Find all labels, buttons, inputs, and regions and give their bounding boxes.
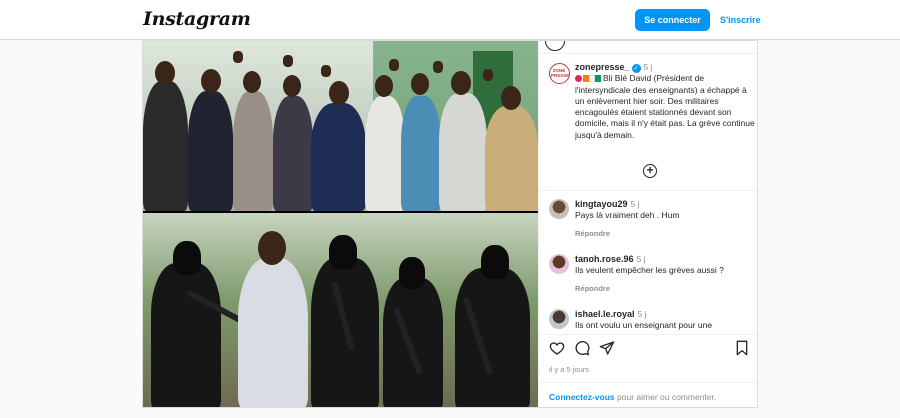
post-date[interactable]: il y a 5 jours	[549, 365, 589, 374]
login-prompt: Connectez-vous pour aimer ou commenter.	[549, 392, 716, 402]
post-time[interactable]: 5 j	[644, 62, 653, 72]
comment-avatar[interactable]	[549, 199, 569, 219]
soldiers-photo	[143, 213, 538, 407]
protest-photo	[143, 41, 538, 211]
comment-time[interactable]: 5 j	[631, 199, 640, 209]
author-avatar-text: ZONE PRESSE	[551, 68, 570, 78]
post-image[interactable]	[143, 41, 538, 407]
comment-time[interactable]: 5 j	[637, 254, 646, 264]
comment-time[interactable]: 5 j	[638, 309, 647, 319]
instagram-logo[interactable]: Instagram	[143, 8, 251, 30]
comment-text: Ils ont voulu un enseignant pour une	[575, 320, 713, 330]
post-caption: zonepresse_ ✓ 5 j Bli Blé David (Président…	[575, 62, 755, 141]
signup-link[interactable]: S'inscrire	[720, 15, 761, 25]
comment-avatar[interactable]	[549, 254, 569, 274]
post-card: ZONE PRESSE zonepresse_ ✓ 5 j Bli Blé Davi…	[142, 40, 758, 408]
author-username[interactable]: zonepresse_	[575, 62, 630, 72]
comment-text: Ils veulent empêcher les grèves aussi ?	[575, 265, 724, 275]
post-action-bar	[539, 336, 757, 360]
post-side-panel: ZONE PRESSE zonepresse_ ✓ 5 j Bli Blé Davi…	[538, 41, 757, 407]
heart-icon[interactable]	[549, 340, 565, 356]
login-button[interactable]: Se connecter	[635, 9, 710, 31]
comment-username[interactable]: kingtayou29	[575, 199, 628, 209]
reply-button[interactable]: Répondre	[575, 284, 610, 293]
author-avatar[interactable]: ZONE PRESSE	[549, 63, 570, 84]
plus-circle-icon[interactable]: +	[643, 164, 657, 178]
comment-text: Pays là vraiment deh . Hum	[575, 210, 680, 220]
bookmark-icon[interactable]	[734, 340, 750, 356]
caption-text: Bli Blé David (Président de l'intersyndi…	[575, 73, 755, 140]
login-prompt-link[interactable]: Connectez-vous	[549, 392, 615, 402]
scroll-indicator-icon	[545, 41, 565, 51]
flag-green-icon	[595, 75, 601, 83]
comment-icon[interactable]	[574, 340, 590, 356]
send-icon[interactable]	[599, 340, 615, 356]
comment-avatar[interactable]	[549, 309, 569, 329]
reply-button[interactable]: Répondre	[575, 229, 610, 238]
comment-username[interactable]: tanoh.rose.96	[575, 254, 634, 264]
login-prompt-text: pour aimer ou commenter.	[614, 392, 717, 402]
top-navigation-bar: Instagram Se connecter S'inscrire	[0, 0, 900, 40]
verified-badge-icon: ✓	[631, 64, 641, 73]
red-circle-emoji-icon	[575, 75, 582, 83]
comment-username[interactable]: ishael.le.royal	[575, 309, 635, 319]
